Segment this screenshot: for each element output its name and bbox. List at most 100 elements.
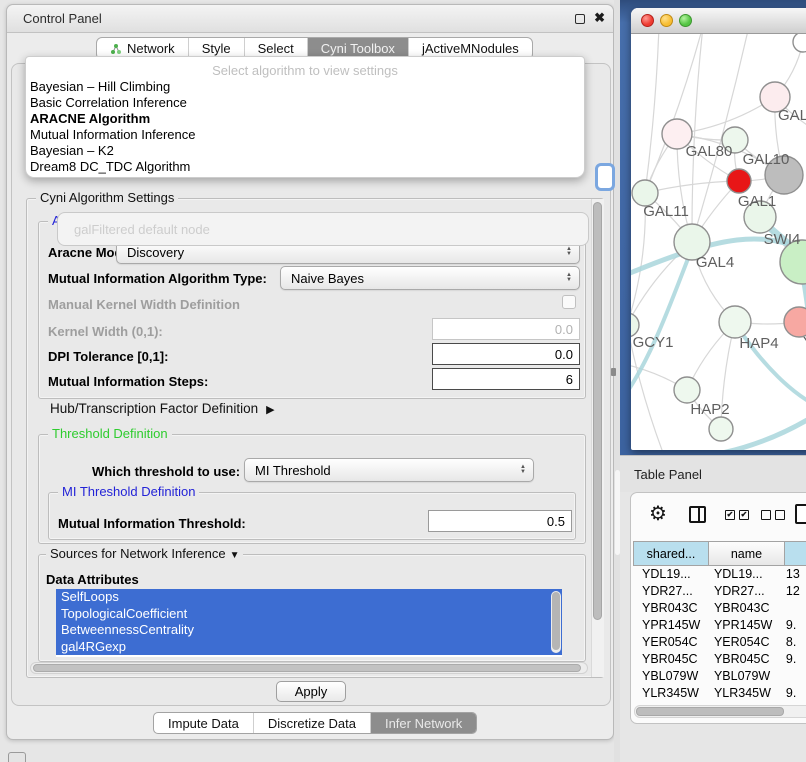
network-node-gal1-red[interactable] — [727, 169, 751, 193]
settings-hscroll-track — [30, 662, 588, 674]
settings-gear-icon[interactable]: ⚙ — [649, 501, 667, 526]
dpi-tolerance-value: 0.0 — [555, 347, 573, 362]
algorithm-dropdown-placeholder: Select algorithm to view settings — [26, 57, 584, 79]
window-minimize-button[interactable] — [660, 14, 673, 27]
which-threshold-value: MI Threshold — [255, 463, 331, 478]
table-row[interactable]: YDR27...YDR27...12 — [633, 583, 806, 600]
settings-vscroll-thumb[interactable] — [593, 202, 602, 620]
window-zoom-button[interactable] — [679, 14, 692, 27]
which-threshold-combo[interactable]: MI Threshold ▲▼ — [244, 458, 534, 482]
network-window-titlebar[interactable] — [631, 8, 806, 34]
network-canvas[interactable]: GALGAL80GAL10GAL1GAL11SWI4GAL4GCY1HAP4YH… — [631, 34, 806, 450]
data-attribute-item[interactable]: TopologicalCoefficient — [56, 606, 562, 623]
table-row[interactable]: YBR045CYBR045C9. — [633, 651, 806, 668]
float-window-icon[interactable] — [575, 14, 585, 24]
network-node-bottom-node[interactable] — [709, 417, 733, 441]
table-hscroll-thumb[interactable] — [636, 707, 784, 716]
mi-steps-value: 6 — [566, 372, 573, 387]
algorithm-option[interactable]: Basic Correlation Inference — [26, 95, 584, 111]
mi-steps-label: Mutual Information Steps: — [48, 374, 208, 389]
focused-combo-fragment — [595, 163, 615, 191]
data-attribute-item[interactable]: SelfLoops — [56, 589, 562, 606]
attributes-scrollbar-thumb[interactable] — [552, 592, 560, 650]
tab-label: Style — [202, 41, 231, 56]
table-cell: YBL079W — [705, 668, 777, 685]
network-node-hap4[interactable] — [719, 306, 751, 338]
node-label-gcy1: GCY1 — [633, 334, 674, 351]
algorithm-option[interactable]: ARACNE Algorithm — [26, 111, 584, 127]
column-header[interactable] — [785, 541, 806, 566]
algorithm-dropdown-items: Bayesian – Hill ClimbingBasic Correlatio… — [26, 79, 584, 175]
algorithm-option[interactable]: Bayesian – K2 — [26, 143, 584, 159]
apply-button[interactable]: Apply — [276, 681, 346, 702]
node-label-gal2: GAL — [778, 107, 806, 124]
column-header[interactable]: name — [709, 541, 785, 566]
column-layout-icon[interactable] — [689, 506, 706, 523]
table-row[interactable]: YPR145WYPR145W9. — [633, 617, 806, 634]
table-row[interactable]: YBR043CYBR043C — [633, 600, 806, 617]
dpi-tolerance-field[interactable]: 0.0 — [432, 343, 580, 365]
table-panel-title: Table Panel — [634, 467, 702, 482]
sources-group-title[interactable]: Sources for Network Inference▼ — [46, 547, 243, 561]
node-label-gal11: GAL11 — [643, 203, 689, 220]
node-label-gal4: GAL4 — [696, 254, 734, 271]
table-row[interactable]: YER054CYER054C8. — [633, 634, 806, 651]
bottom-tab-discretize-data[interactable]: Discretize Data — [253, 713, 370, 733]
table-cell: YDR27... — [633, 583, 705, 600]
table-cell — [777, 668, 806, 685]
table-row[interactable]: YDL19...YDL19...13 — [633, 566, 806, 583]
table-row[interactable]: YLR345WYLR345W9. — [633, 685, 806, 702]
mi-type-combo[interactable]: Naive Bayes ▲▼ — [280, 266, 580, 290]
bottom-tabs: Impute DataDiscretize DataInfer Network — [153, 712, 477, 734]
select-all-columns-icon[interactable]: ✔ ✔ — [725, 510, 749, 520]
file-icon[interactable] — [795, 504, 806, 524]
network-selector-combo[interactable]: galFiltered default node — [57, 212, 589, 246]
algorithm-dropdown: Select algorithm to view settings Bayesi… — [25, 56, 585, 178]
node-label-hap4: HAP4 — [739, 335, 778, 352]
network-node-salmon[interactable] — [784, 307, 806, 337]
deselect-all-columns-icon[interactable] — [761, 510, 785, 520]
data-attributes-label: Data Attributes — [46, 572, 139, 587]
control-panel-title: Control Panel — [23, 11, 102, 26]
network-node-hap2[interactable] — [674, 377, 700, 403]
combo-arrows-icon: ▲▼ — [566, 273, 572, 283]
control-panel-titlebar: Control Panel ✖ — [7, 5, 613, 33]
kernel-width-label: Kernel Width (0,1): — [48, 324, 163, 339]
table-cell: YLR345W — [633, 685, 705, 702]
dpi-tolerance-label: DPI Tolerance [0,1]: — [48, 349, 168, 364]
table-cell: YBR045C — [633, 651, 705, 668]
settings-hscroll-thumb[interactable] — [33, 664, 581, 672]
data-attributes-list: SelfLoopsTopologicalCoefficientBetweenne… — [56, 589, 562, 657]
bottom-tab-infer-network[interactable]: Infer Network — [370, 713, 476, 733]
window-close-button[interactable] — [641, 14, 654, 27]
divider-grip-icon[interactable] — [611, 368, 616, 376]
table-cell: YBR043C — [705, 600, 777, 617]
table-cell: YDL19... — [633, 566, 705, 583]
manual-kernel-checkbox[interactable] — [562, 295, 576, 309]
mi-threshold-field[interactable]: 0.5 — [428, 510, 572, 532]
table-hscroll-track — [634, 705, 806, 718]
hub-definition-label: Hub/Transcription Factor Definition — [50, 401, 258, 416]
algorithm-option[interactable]: Mutual Information Inference — [26, 127, 584, 143]
bottom-tab-impute-data[interactable]: Impute Data — [154, 713, 253, 733]
data-attribute-item[interactable]: BetweennessCentrality — [56, 622, 562, 639]
algorithm-option[interactable]: Dream8 DC_TDC Algorithm — [26, 159, 584, 175]
mi-type-value: Naive Bayes — [291, 271, 364, 286]
column-header[interactable]: shared... — [633, 541, 709, 566]
node-label-gal10-node: GAL10 — [743, 151, 790, 168]
kernel-width-field[interactable]: 0.0 — [432, 318, 580, 340]
table-row[interactable]: YBL079WYBL079W — [633, 668, 806, 685]
close-icon[interactable]: ✖ — [594, 10, 605, 26]
network-node-cut-top[interactable] — [793, 34, 806, 52]
table-cell: 8. — [777, 634, 806, 651]
expand-right-icon: ▶ — [266, 404, 274, 416]
data-attribute-item[interactable]: gal4RGexp — [56, 639, 562, 656]
mi-steps-field[interactable]: 6 — [432, 368, 580, 390]
hub-definition-toggle[interactable]: Hub/Transcription Factor Definition ▶ — [50, 401, 275, 416]
attributes-scrollbar — [551, 591, 561, 653]
mi-type-label: Mutual Information Algorithm Type: — [48, 271, 267, 286]
mi-threshold-group-title: MI Threshold Definition — [58, 485, 199, 499]
panel-corner-button[interactable] — [8, 752, 26, 762]
network-edge — [645, 34, 659, 193]
algorithm-option[interactable]: Bayesian – Hill Climbing — [26, 79, 584, 95]
